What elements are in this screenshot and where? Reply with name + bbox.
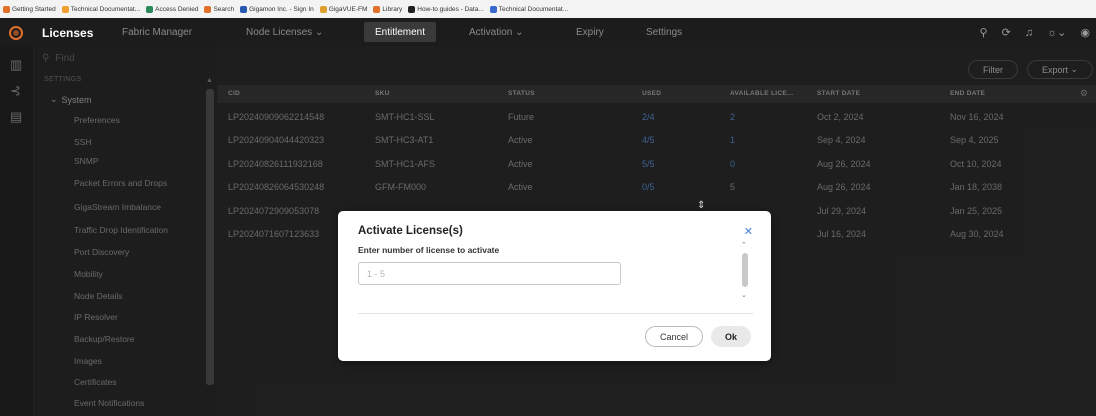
bookmark-item[interactable]: Gigamon Inc. - Sign In: [240, 5, 314, 13]
bookmark-icon: [204, 5, 212, 13]
bookmark-icon: [240, 5, 248, 13]
bookmark-label: Library: [382, 5, 403, 13]
bookmark-item[interactable]: Getting Started: [3, 5, 56, 13]
tab-node-licenses[interactable]: Node Licenses ⌄: [246, 18, 323, 47]
dialog-title: Activate License(s): [358, 225, 463, 237]
ok-button[interactable]: Ok: [711, 326, 751, 347]
chevron-down-icon: ⌄: [314, 27, 324, 38]
tab-label: Activation: [469, 27, 513, 38]
theme-icon[interactable]: ☼⌄: [1047, 26, 1066, 39]
cancel-button[interactable]: Cancel: [645, 326, 703, 347]
tab-expiry[interactable]: Expiry: [576, 18, 604, 47]
bookmark-item[interactable]: How-to guides - Data...: [408, 5, 484, 13]
bookmark-item[interactable]: GigaVUE-FM: [319, 5, 368, 13]
bookmark-icon: [319, 5, 327, 13]
user-icon[interactable]: ◉: [1080, 26, 1090, 39]
bookmark-label: Getting Started: [12, 5, 56, 13]
tab-label: Node Licenses: [246, 27, 313, 38]
scroll-thumb[interactable]: [742, 253, 748, 287]
bookmark-item[interactable]: Access Denied: [146, 5, 199, 13]
bookmarks-bar: Getting Started Technical Documentat... Ac…: [0, 0, 1096, 18]
scroll-up-icon[interactable]: ⌃: [741, 241, 747, 249]
product-title: Licenses: [42, 25, 94, 40]
tab-label: Entitlement: [375, 27, 426, 38]
license-count-label: Enter number of license to activate: [358, 245, 500, 255]
bookmark-label: Gigamon Inc. - Sign In: [249, 5, 314, 13]
bookmark-item[interactable]: Search: [204, 5, 235, 13]
bookmark-item[interactable]: Library: [373, 5, 403, 13]
bookmark-icon: [408, 5, 416, 13]
bookmark-label: Access Denied: [155, 5, 199, 13]
tab-label: Expiry: [576, 27, 604, 38]
bookmark-icon: [373, 5, 381, 13]
bookmark-item[interactable]: Technical Documentat...: [61, 5, 141, 13]
bookmark-item[interactable]: Technical Documentat...: [489, 5, 569, 13]
search-icon[interactable]: ⚲: [980, 26, 988, 39]
app-name: Fabric Manager: [122, 27, 193, 38]
bookmark-icon: [489, 5, 497, 13]
tab-entitlement[interactable]: Entitlement: [375, 18, 425, 47]
activate-license-dialog: Activate License(s) ✕ Enter number of li…: [338, 211, 771, 361]
bookmark-label: Search: [213, 5, 235, 13]
bell-icon[interactable]: ♫: [1025, 27, 1033, 39]
dialog-scrollbar[interactable]: ⌃ ⌄: [740, 241, 750, 303]
tab-settings[interactable]: Settings: [646, 18, 682, 47]
bookmark-label: Technical Documentat...: [498, 5, 569, 13]
chevron-down-icon: ⌄: [515, 27, 524, 38]
cursor-icon: ⇕: [697, 200, 706, 211]
top-nav: Licenses Fabric Manager Node Licenses ⌄ …: [0, 18, 1096, 47]
bookmark-icon: [3, 5, 10, 13]
nav-icons: ⚲ ⟳ ♫ ☼⌄ ◉: [980, 18, 1096, 47]
close-icon[interactable]: ✕: [744, 225, 753, 238]
refresh-icon[interactable]: ⟳: [1002, 26, 1011, 39]
globe-logo-icon: [9, 25, 23, 40]
dialog-divider: [358, 313, 753, 314]
license-count-input[interactable]: [358, 262, 621, 285]
bookmark-icon: [146, 5, 154, 13]
bookmark-label: Technical Documentat...: [70, 5, 141, 13]
scroll-down-icon[interactable]: ⌄: [741, 291, 747, 299]
bookmark-label: How-to guides - Data...: [417, 5, 484, 13]
tab-label: Settings: [646, 27, 683, 38]
tab-activation[interactable]: Activation ⌄: [469, 18, 524, 47]
bookmark-label: GigaVUE-FM: [328, 5, 368, 13]
bookmark-icon: [61, 5, 69, 13]
app-logo[interactable]: [0, 18, 32, 47]
